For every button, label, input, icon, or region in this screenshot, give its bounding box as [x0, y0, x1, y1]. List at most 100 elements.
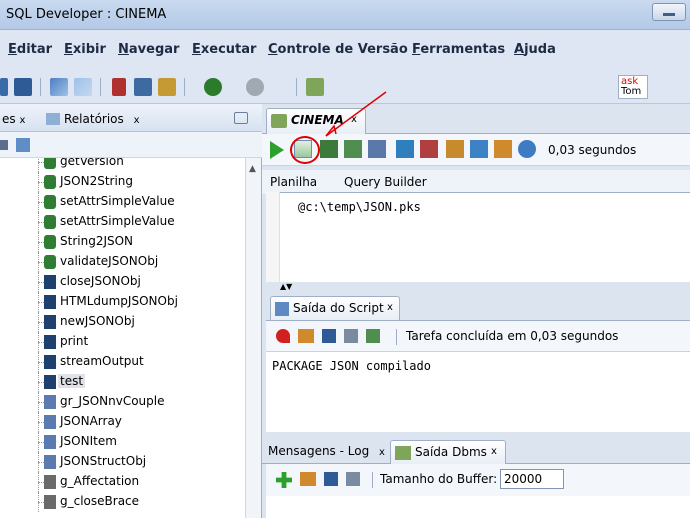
func-icon	[44, 175, 56, 189]
back-icon[interactable]	[204, 78, 222, 96]
type-icon	[44, 415, 56, 429]
close-icon[interactable]: x	[379, 447, 385, 458]
tree-item-label: newJSONObj	[60, 314, 135, 328]
tree-item[interactable]: validateJSONObj	[0, 252, 245, 272]
tree-item[interactable]: JSON2String	[0, 172, 245, 192]
cut-icon[interactable]	[112, 78, 126, 96]
close-icon[interactable]: x	[387, 302, 393, 313]
tree-item-label: String2JSON	[60, 234, 134, 248]
text-case-icon[interactable]	[470, 140, 488, 158]
clock-icon[interactable]	[518, 140, 536, 158]
tree-item-label: JSONItem	[60, 434, 117, 448]
print-icon[interactable]	[346, 472, 360, 486]
tab-connections[interactable]: es x	[2, 112, 25, 126]
func-icon	[44, 235, 56, 249]
autotrace-icon[interactable]	[396, 140, 414, 158]
tab-script-output[interactable]: Saída do Script x	[270, 296, 400, 320]
close-icon[interactable]: x	[19, 115, 25, 126]
tree-item[interactable]: newJSONObj	[0, 312, 245, 332]
save-all-icon[interactable]	[14, 78, 32, 96]
tree-item-label: g_closeBrace	[60, 494, 140, 508]
history-icon[interactable]	[446, 140, 464, 158]
paste-icon[interactable]	[158, 78, 176, 96]
filter-icon[interactable]	[0, 140, 8, 150]
func-icon	[44, 158, 56, 169]
tree-item[interactable]: HTMLdumpJSONObj	[0, 292, 245, 312]
menu-executar[interactable]: Executar	[192, 42, 256, 57]
tree-item[interactable]: JSONStructObj	[0, 452, 245, 472]
tree-item[interactable]: g_Affectation	[0, 472, 245, 492]
tab-dbms-output[interactable]: Saída Dbms x	[390, 440, 506, 464]
print-icon[interactable]	[344, 329, 358, 343]
clear-icon[interactable]	[420, 140, 438, 158]
redo-icon[interactable]	[74, 78, 92, 96]
tab-worksheet[interactable]: Planilha	[270, 175, 317, 189]
copy-icon[interactable]	[134, 78, 152, 96]
tree-item[interactable]: JSONArray	[0, 412, 245, 432]
left-panel-tabs: es x Relatórios x	[0, 104, 262, 132]
tree-item-label: closeJSONObj	[60, 274, 141, 288]
proc-icon	[44, 375, 56, 389]
tree-item[interactable]: String2JSON	[0, 232, 245, 252]
type-icon	[44, 395, 56, 409]
menu-navegar[interactable]: Navegar	[118, 42, 179, 57]
tree-item[interactable]: setAttrSimpleValue	[0, 212, 245, 232]
menu-editar[interactable]: Editar	[8, 42, 52, 57]
tree-item-label: JSONStructObj	[60, 454, 147, 468]
add-icon[interactable]	[276, 472, 292, 488]
tree-item[interactable]: gr_JSONnvCouple	[0, 392, 245, 412]
eraser-icon[interactable]	[494, 140, 512, 158]
tree-item-label: setAttrSimpleValue	[60, 194, 175, 208]
script-output-text: PACKAGE JSON compilado	[272, 359, 431, 373]
save-icon[interactable]	[324, 472, 338, 486]
annotation-arrow	[325, 91, 387, 137]
pin-icon[interactable]	[276, 329, 290, 343]
close-icon[interactable]: x	[134, 115, 140, 126]
menu-exibir[interactable]: Exibir	[64, 42, 106, 57]
eraser-icon[interactable]	[298, 329, 314, 343]
menu-ajuda[interactable]: Ajuda	[514, 42, 556, 57]
tab-messages-log[interactable]: Mensagens - Log x	[268, 444, 385, 458]
tree-item[interactable]: streamOutput	[0, 352, 245, 372]
tree-item[interactable]: test	[0, 372, 245, 392]
tab-query-builder[interactable]: Query Builder	[344, 175, 427, 189]
proc-icon	[44, 275, 56, 289]
output-icon[interactable]	[366, 329, 380, 343]
tab-reports[interactable]: Relatórios x	[46, 112, 140, 126]
left-panel-toolbar	[0, 132, 262, 158]
run-statement-icon[interactable]	[270, 141, 284, 159]
undo-icon[interactable]	[50, 78, 68, 96]
close-icon[interactable]: x	[491, 446, 497, 457]
save-icon[interactable]	[322, 329, 336, 343]
tree-item[interactable]: closeJSONObj	[0, 272, 245, 292]
var-icon	[44, 475, 56, 489]
tab-script-output-label: Saída do Script	[293, 301, 384, 315]
minimize-button[interactable]	[652, 3, 686, 21]
type-icon	[44, 455, 56, 469]
proc-icon	[44, 355, 56, 369]
panel-splitter[interactable]: ▲▼	[266, 282, 690, 294]
script-output-toolbar: Tarefa concluída em 0,03 segundos	[266, 320, 690, 352]
refresh-icon[interactable]	[16, 138, 30, 152]
func-icon	[44, 255, 56, 269]
eraser-icon[interactable]	[300, 472, 316, 486]
ask-tom-widget[interactable]: ask Tom	[618, 75, 648, 99]
execution-time: 0,03 segundos	[548, 143, 637, 157]
tab-dbms-output-label: Saída Dbms	[415, 445, 487, 459]
tree-scrollbar[interactable]: ▲	[245, 158, 261, 518]
menu-controle-de-versão[interactable]: Controle de Versão	[268, 42, 408, 57]
minimize-panel-icon[interactable]	[234, 112, 248, 124]
buffer-size-input[interactable]: 20000	[500, 469, 564, 489]
tree-item[interactable]: print	[0, 332, 245, 352]
tree-item[interactable]: setAttrSimpleValue	[0, 192, 245, 212]
tree-item[interactable]: getVersion	[0, 158, 245, 172]
dbms-output-area[interactable]	[266, 496, 690, 518]
func-icon	[44, 215, 56, 229]
script-output-icon	[275, 302, 289, 316]
tree-item[interactable]: g_closeBrace	[0, 492, 245, 512]
forward-icon[interactable]	[246, 78, 264, 96]
tree-item[interactable]: JSONItem	[0, 432, 245, 452]
tree-item-label: test	[58, 374, 86, 388]
new-icon[interactable]	[0, 78, 8, 96]
menu-ferramentas[interactable]: Ferramentas	[412, 42, 505, 57]
